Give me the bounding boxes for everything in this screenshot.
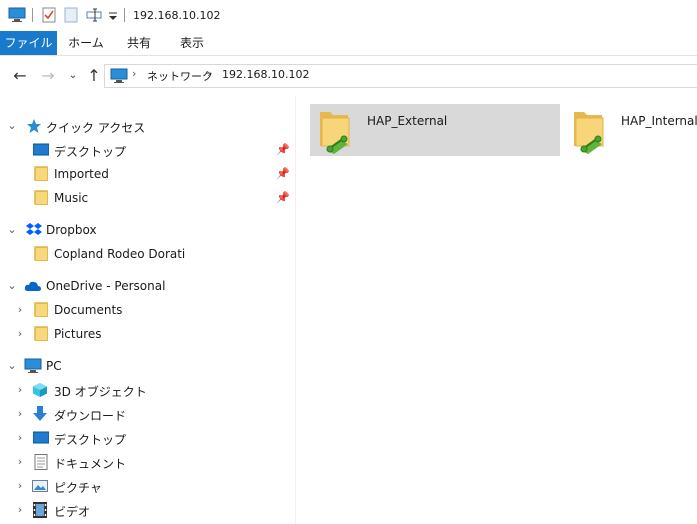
forward-arrow-icon[interactable]: → xyxy=(38,66,58,86)
sidebar-item-label: クイック アクセス xyxy=(46,121,146,135)
sidebar-item-documents[interactable]: › Documents xyxy=(0,298,295,322)
navigation-bar: ← → ⌄ ↑ › ネットワーク › 192.168.10.102 xyxy=(0,56,697,96)
sidebar-item-label: ピクチャ xyxy=(54,481,102,495)
sidebar-item-onedrive[interactable]: ⌄ OneDrive - Personal xyxy=(0,274,295,298)
navigation-pane: ⌄ クイック アクセス デスクトップ 📌 Imported 📌 Music 📌 … xyxy=(0,108,295,524)
pin-icon[interactable]: 📌 xyxy=(276,143,290,157)
folder-icon xyxy=(34,190,50,206)
pin-icon[interactable]: 📌 xyxy=(276,191,290,205)
tab-file[interactable]: ファイル xyxy=(0,31,57,55)
chevron-right-icon[interactable]: › xyxy=(14,383,26,397)
sidebar-item-label: デスクトップ xyxy=(54,433,127,447)
chevron-down-icon[interactable]: ⌄ xyxy=(6,359,18,373)
title-separator xyxy=(124,8,125,22)
sidebar-item-downloads[interactable]: › ダウンロード xyxy=(0,402,295,426)
chevron-right-icon[interactable]: › xyxy=(14,431,26,445)
sidebar-item-copland-rodeo-dorati[interactable]: Copland Rodeo Dorati xyxy=(0,242,295,266)
pin-icon[interactable]: 📌 xyxy=(276,167,290,181)
chevron-right-icon[interactable]: › xyxy=(14,407,26,421)
properties-check-icon[interactable] xyxy=(42,7,58,25)
computer-icon[interactable] xyxy=(8,7,26,25)
tab-share[interactable]: 共有 xyxy=(116,31,162,55)
sidebar-item-label: デスクトップ xyxy=(54,145,127,159)
new-folder-icon[interactable] xyxy=(64,7,80,25)
computer-icon xyxy=(24,358,42,374)
cloud-icon xyxy=(24,278,41,294)
sidebar-item-label: ビデオ xyxy=(54,505,91,519)
sidebar-item-label: Copland Rodeo Dorati xyxy=(54,247,186,261)
quickaccess-separator xyxy=(32,8,33,22)
dropbox-icon xyxy=(26,222,42,238)
chevron-right-icon[interactable]: › xyxy=(14,479,26,493)
sidebar-item-videos[interactable]: › ビデオ xyxy=(0,498,295,522)
network-share-hap-external[interactable]: HAP_External xyxy=(310,104,560,156)
sidebar-item-pc[interactable]: ⌄ PC xyxy=(0,354,295,378)
sidebar-item-label: ドキュメント xyxy=(54,457,127,471)
breadcrumb-separator-icon[interactable]: › xyxy=(207,67,211,80)
network-share-hap-internal[interactable]: HAP_Internal xyxy=(564,104,697,156)
sidebar-item-label: 3D オブジェクト xyxy=(54,385,147,399)
sidebar-item-music[interactable]: Music 📌 xyxy=(0,186,295,210)
network-share-icon xyxy=(318,106,354,154)
network-computer-icon xyxy=(110,68,128,87)
sidebar-item-label: PC xyxy=(46,359,62,373)
share-name: HAP_External xyxy=(367,114,448,128)
sidebar-item-desktop-pc[interactable]: › デスクトップ xyxy=(0,426,295,450)
chevron-right-icon[interactable]: › xyxy=(14,503,26,517)
videos-icon xyxy=(33,502,49,518)
recent-dropdown-icon[interactable]: ⌄ xyxy=(63,66,83,86)
sidebar-item-desktop[interactable]: デスクトップ 📌 xyxy=(0,138,295,162)
3d-objects-icon xyxy=(32,382,48,398)
sidebar-item-label: Pictures xyxy=(54,327,102,341)
customize-dropdown-icon[interactable] xyxy=(108,7,118,25)
folder-icon xyxy=(34,326,50,342)
chevron-right-icon[interactable]: › xyxy=(14,303,26,317)
sidebar-item-label: Music xyxy=(54,191,89,205)
pictures-icon xyxy=(32,478,48,494)
window-title: 192.168.10.102 xyxy=(133,9,221,22)
chevron-down-icon[interactable]: ⌄ xyxy=(6,119,18,133)
sidebar-item-3d-objects[interactable]: › 3D オブジェクト xyxy=(0,378,295,402)
rename-icon[interactable] xyxy=(86,7,104,25)
sidebar-item-documents-pc[interactable]: › ドキュメント xyxy=(0,450,295,474)
sidebar-item-pictures-pc[interactable]: › ピクチャ xyxy=(0,474,295,498)
tab-view[interactable]: 表示 xyxy=(168,31,216,55)
chevron-down-icon[interactable]: ⌄ xyxy=(6,279,18,293)
folder-icon xyxy=(34,302,50,318)
sidebar-item-label: Imported xyxy=(54,167,109,181)
chevron-right-icon[interactable]: › xyxy=(14,455,26,469)
breadcrumb-network[interactable]: ネットワーク xyxy=(147,68,213,84)
breadcrumb-separator-icon[interactable]: › xyxy=(132,67,136,80)
sidebar-item-imported[interactable]: Imported 📌 xyxy=(0,162,295,186)
sidebar-item-dropbox[interactable]: ⌄ Dropbox xyxy=(0,218,295,242)
folder-icon xyxy=(34,246,50,262)
breadcrumb-host[interactable]: 192.168.10.102 xyxy=(222,68,309,81)
desktop-icon xyxy=(32,142,50,158)
sidebar-item-label: Documents xyxy=(54,303,123,317)
folder-icon xyxy=(34,166,50,182)
network-share-icon xyxy=(572,106,608,154)
address-bar[interactable]: › ネットワーク › 192.168.10.102 xyxy=(104,64,697,88)
ribbon-tabs: ファイル ホーム 共有 表示 xyxy=(0,31,697,56)
share-name: HAP_Internal xyxy=(621,114,697,128)
sidebar-item-quick-access[interactable]: ⌄ クイック アクセス xyxy=(0,114,295,138)
sidebar-item-label: OneDrive - Personal xyxy=(46,279,166,293)
chevron-right-icon[interactable]: › xyxy=(14,327,26,341)
file-list: HAP_External HAP_Internal xyxy=(296,96,697,524)
back-arrow-icon[interactable]: ← xyxy=(10,66,30,86)
sidebar-item-label: ダウンロード xyxy=(54,409,127,423)
title-bar: 192.168.10.102 xyxy=(0,0,697,31)
chevron-down-icon[interactable]: ⌄ xyxy=(6,223,18,237)
sidebar-item-pictures[interactable]: › Pictures xyxy=(0,322,295,346)
desktop-icon xyxy=(32,430,50,446)
tab-home[interactable]: ホーム xyxy=(62,31,110,55)
star-icon xyxy=(26,118,42,134)
download-icon xyxy=(32,406,48,422)
up-arrow-icon[interactable]: ↑ xyxy=(84,66,104,86)
documents-icon xyxy=(34,454,50,470)
sidebar-item-label: Dropbox xyxy=(46,223,97,237)
